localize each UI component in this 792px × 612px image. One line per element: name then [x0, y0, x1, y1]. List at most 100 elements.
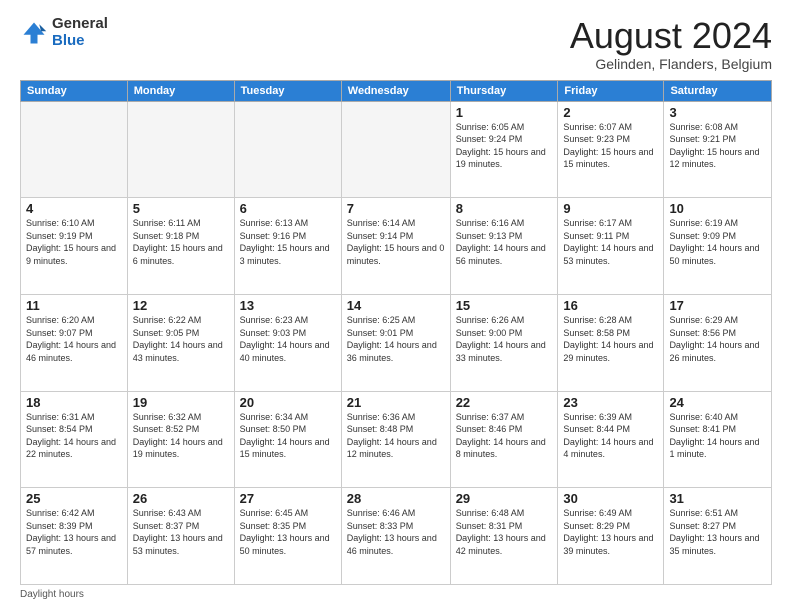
day-number: 5	[133, 201, 229, 216]
day-number: 23	[563, 395, 658, 410]
day-number: 11	[26, 298, 122, 313]
day-info: Sunrise: 6:40 AM Sunset: 8:41 PM Dayligh…	[669, 411, 766, 461]
week-row-4: 18Sunrise: 6:31 AM Sunset: 8:54 PM Dayli…	[21, 391, 772, 488]
day-info: Sunrise: 6:26 AM Sunset: 9:00 PM Dayligh…	[456, 314, 553, 364]
day-info: Sunrise: 6:46 AM Sunset: 8:33 PM Dayligh…	[347, 507, 445, 557]
week-row-1: 1Sunrise: 6:05 AM Sunset: 9:24 PM Daylig…	[21, 101, 772, 198]
day-cell-0-0	[21, 101, 128, 198]
week-row-3: 11Sunrise: 6:20 AM Sunset: 9:07 PM Dayli…	[21, 294, 772, 391]
header-sunday: Sunday	[21, 80, 128, 101]
day-number: 16	[563, 298, 658, 313]
day-number: 26	[133, 491, 229, 506]
day-number: 31	[669, 491, 766, 506]
day-cell-1-5: 9Sunrise: 6:17 AM Sunset: 9:11 PM Daylig…	[558, 198, 664, 295]
day-number: 30	[563, 491, 658, 506]
day-cell-3-2: 20Sunrise: 6:34 AM Sunset: 8:50 PM Dayli…	[234, 391, 341, 488]
day-cell-3-3: 21Sunrise: 6:36 AM Sunset: 8:48 PM Dayli…	[341, 391, 450, 488]
day-number: 12	[133, 298, 229, 313]
day-info: Sunrise: 6:36 AM Sunset: 8:48 PM Dayligh…	[347, 411, 445, 461]
day-info: Sunrise: 6:32 AM Sunset: 8:52 PM Dayligh…	[133, 411, 229, 461]
day-cell-3-0: 18Sunrise: 6:31 AM Sunset: 8:54 PM Dayli…	[21, 391, 128, 488]
day-cell-0-2	[234, 101, 341, 198]
logo-icon	[20, 19, 48, 47]
day-number: 18	[26, 395, 122, 410]
day-cell-2-4: 15Sunrise: 6:26 AM Sunset: 9:00 PM Dayli…	[450, 294, 558, 391]
day-info: Sunrise: 6:29 AM Sunset: 8:56 PM Dayligh…	[669, 314, 766, 364]
day-info: Sunrise: 6:37 AM Sunset: 8:46 PM Dayligh…	[456, 411, 553, 461]
day-cell-2-3: 14Sunrise: 6:25 AM Sunset: 9:01 PM Dayli…	[341, 294, 450, 391]
header-friday: Friday	[558, 80, 664, 101]
day-number: 9	[563, 201, 658, 216]
day-number: 29	[456, 491, 553, 506]
day-cell-4-0: 25Sunrise: 6:42 AM Sunset: 8:39 PM Dayli…	[21, 488, 128, 585]
footer-note: Daylight hours	[20, 589, 772, 600]
day-info: Sunrise: 6:19 AM Sunset: 9:09 PM Dayligh…	[669, 217, 766, 267]
day-number: 24	[669, 395, 766, 410]
day-info: Sunrise: 6:43 AM Sunset: 8:37 PM Dayligh…	[133, 507, 229, 557]
day-number: 17	[669, 298, 766, 313]
logo-text: General Blue	[52, 16, 108, 49]
day-info: Sunrise: 6:25 AM Sunset: 9:01 PM Dayligh…	[347, 314, 445, 364]
day-cell-1-1: 5Sunrise: 6:11 AM Sunset: 9:18 PM Daylig…	[127, 198, 234, 295]
day-info: Sunrise: 6:16 AM Sunset: 9:13 PM Dayligh…	[456, 217, 553, 267]
day-number: 10	[669, 201, 766, 216]
day-cell-3-1: 19Sunrise: 6:32 AM Sunset: 8:52 PM Dayli…	[127, 391, 234, 488]
location: Gelinden, Flanders, Belgium	[570, 56, 772, 72]
title-block: August 2024 Gelinden, Flanders, Belgium	[570, 16, 772, 72]
page: General Blue August 2024 Gelinden, Fland…	[0, 0, 792, 612]
day-info: Sunrise: 6:11 AM Sunset: 9:18 PM Dayligh…	[133, 217, 229, 267]
day-info: Sunrise: 6:17 AM Sunset: 9:11 PM Dayligh…	[563, 217, 658, 267]
day-cell-0-4: 1Sunrise: 6:05 AM Sunset: 9:24 PM Daylig…	[450, 101, 558, 198]
day-number: 28	[347, 491, 445, 506]
header-monday: Monday	[127, 80, 234, 101]
day-info: Sunrise: 6:08 AM Sunset: 9:21 PM Dayligh…	[669, 121, 766, 171]
day-info: Sunrise: 6:10 AM Sunset: 9:19 PM Dayligh…	[26, 217, 122, 267]
logo-blue: Blue	[52, 32, 85, 49]
day-cell-0-6: 3Sunrise: 6:08 AM Sunset: 9:21 PM Daylig…	[664, 101, 772, 198]
day-cell-4-3: 28Sunrise: 6:46 AM Sunset: 8:33 PM Dayli…	[341, 488, 450, 585]
header-wednesday: Wednesday	[341, 80, 450, 101]
day-number: 21	[347, 395, 445, 410]
day-info: Sunrise: 6:42 AM Sunset: 8:39 PM Dayligh…	[26, 507, 122, 557]
day-number: 13	[240, 298, 336, 313]
day-cell-3-4: 22Sunrise: 6:37 AM Sunset: 8:46 PM Dayli…	[450, 391, 558, 488]
calendar-table: Sunday Monday Tuesday Wednesday Thursday…	[20, 80, 772, 585]
day-number: 19	[133, 395, 229, 410]
day-cell-1-4: 8Sunrise: 6:16 AM Sunset: 9:13 PM Daylig…	[450, 198, 558, 295]
day-info: Sunrise: 6:48 AM Sunset: 8:31 PM Dayligh…	[456, 507, 553, 557]
logo-general: General	[52, 15, 108, 32]
week-row-2: 4Sunrise: 6:10 AM Sunset: 9:19 PM Daylig…	[21, 198, 772, 295]
day-number: 1	[456, 105, 553, 120]
day-info: Sunrise: 6:13 AM Sunset: 9:16 PM Dayligh…	[240, 217, 336, 267]
day-cell-3-6: 24Sunrise: 6:40 AM Sunset: 8:41 PM Dayli…	[664, 391, 772, 488]
day-cell-4-4: 29Sunrise: 6:48 AM Sunset: 8:31 PM Dayli…	[450, 488, 558, 585]
day-cell-1-3: 7Sunrise: 6:14 AM Sunset: 9:14 PM Daylig…	[341, 198, 450, 295]
day-info: Sunrise: 6:14 AM Sunset: 9:14 PM Dayligh…	[347, 217, 445, 267]
day-number: 8	[456, 201, 553, 216]
day-cell-2-0: 11Sunrise: 6:20 AM Sunset: 9:07 PM Dayli…	[21, 294, 128, 391]
day-cell-4-1: 26Sunrise: 6:43 AM Sunset: 8:37 PM Dayli…	[127, 488, 234, 585]
header-saturday: Saturday	[664, 80, 772, 101]
day-number: 3	[669, 105, 766, 120]
day-number: 6	[240, 201, 336, 216]
day-number: 14	[347, 298, 445, 313]
day-number: 27	[240, 491, 336, 506]
day-cell-2-6: 17Sunrise: 6:29 AM Sunset: 8:56 PM Dayli…	[664, 294, 772, 391]
logo: General Blue	[20, 16, 108, 49]
day-number: 15	[456, 298, 553, 313]
weekday-header-row: Sunday Monday Tuesday Wednesday Thursday…	[21, 80, 772, 101]
day-cell-0-5: 2Sunrise: 6:07 AM Sunset: 9:23 PM Daylig…	[558, 101, 664, 198]
day-number: 2	[563, 105, 658, 120]
day-number: 4	[26, 201, 122, 216]
day-info: Sunrise: 6:22 AM Sunset: 9:05 PM Dayligh…	[133, 314, 229, 364]
day-cell-1-0: 4Sunrise: 6:10 AM Sunset: 9:19 PM Daylig…	[21, 198, 128, 295]
day-number: 25	[26, 491, 122, 506]
day-info: Sunrise: 6:23 AM Sunset: 9:03 PM Dayligh…	[240, 314, 336, 364]
header-tuesday: Tuesday	[234, 80, 341, 101]
day-cell-0-3	[341, 101, 450, 198]
day-cell-4-6: 31Sunrise: 6:51 AM Sunset: 8:27 PM Dayli…	[664, 488, 772, 585]
day-info: Sunrise: 6:31 AM Sunset: 8:54 PM Dayligh…	[26, 411, 122, 461]
day-info: Sunrise: 6:34 AM Sunset: 8:50 PM Dayligh…	[240, 411, 336, 461]
day-info: Sunrise: 6:49 AM Sunset: 8:29 PM Dayligh…	[563, 507, 658, 557]
day-info: Sunrise: 6:39 AM Sunset: 8:44 PM Dayligh…	[563, 411, 658, 461]
